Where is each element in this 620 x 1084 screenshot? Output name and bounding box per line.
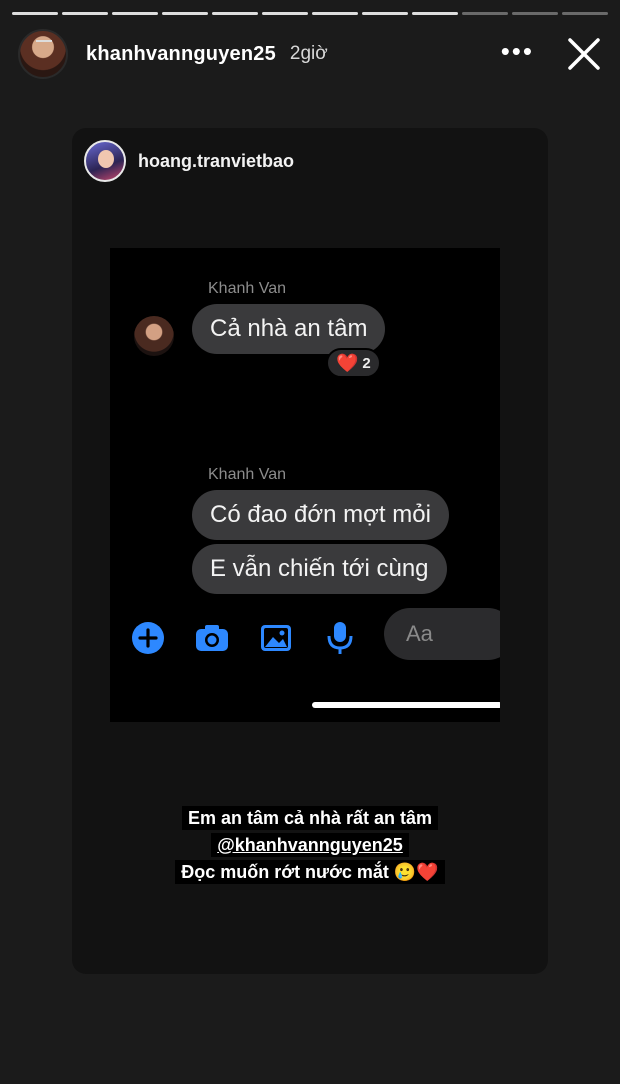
reaction-badge: ❤️ 2 [326, 348, 381, 378]
progress-segment [212, 12, 258, 15]
sender-avatar-icon [134, 316, 174, 356]
message-sender: Khanh Van [208, 466, 286, 483]
message-bubble: Cả nhà an tâm [192, 304, 386, 354]
caption-line: Đọc muốn rớt nước mắt 🥲❤️ [175, 860, 445, 884]
shared-username[interactable]: hoang.tranvietbao [138, 151, 294, 172]
progress-segment [112, 12, 158, 15]
progress-segment [262, 12, 308, 15]
caption-line: Em an tâm cả nhà rất an tâm [181, 806, 439, 830]
messenger-screenshot: Khanh Van Cả nhà an tâm ❤️ 2 Khanh Van C… [110, 248, 500, 722]
reaction-count: 2 [362, 354, 371, 372]
story-timestamp: 2giờ [289, 43, 328, 64]
plus-icon [132, 622, 164, 654]
message-bubble: Có đao đớn mợt mỏi [192, 490, 449, 540]
shared-post-header[interactable]: hoang.tranvietbao [84, 140, 294, 182]
progress-segment [162, 12, 208, 15]
caption-mention[interactable]: @khanhvannguyen25 [211, 833, 409, 857]
progress-segment [562, 12, 608, 15]
close-icon[interactable] [564, 34, 604, 74]
message-input: Aa [384, 608, 500, 660]
progress-segment [462, 12, 508, 15]
progress-segment [412, 12, 458, 15]
more-options-icon[interactable]: ••• [501, 38, 534, 64]
heart-icon: ❤️ [336, 352, 359, 373]
progress-segment [12, 12, 58, 15]
progress-segment [312, 12, 358, 15]
home-indicator [312, 702, 500, 708]
story-header: khanhvannguyen25 2giờ ••• [18, 28, 606, 80]
story-username[interactable]: khanhvannguyen25 [86, 43, 276, 66]
message-sender: Khanh Van [208, 280, 286, 297]
shared-story-card[interactable]: hoang.tranvietbao Khanh Van Cả nhà an tâ… [72, 128, 548, 974]
microphone-icon [327, 622, 353, 654]
message-composer: Aa [110, 608, 500, 668]
message-bubble: E vẫn chiến tới cùng [192, 544, 447, 594]
gallery-icon [261, 625, 291, 651]
story-progress-bar [12, 12, 608, 15]
story-caption: Em an tâm cả nhà rất an tâm @khanhvanngu… [72, 806, 548, 887]
progress-segment [62, 12, 108, 15]
camera-icon [196, 625, 228, 651]
progress-segment [512, 12, 558, 15]
shared-user-avatar-icon[interactable] [84, 140, 126, 182]
progress-segment [362, 12, 408, 15]
profile-avatar-icon[interactable] [18, 29, 68, 79]
